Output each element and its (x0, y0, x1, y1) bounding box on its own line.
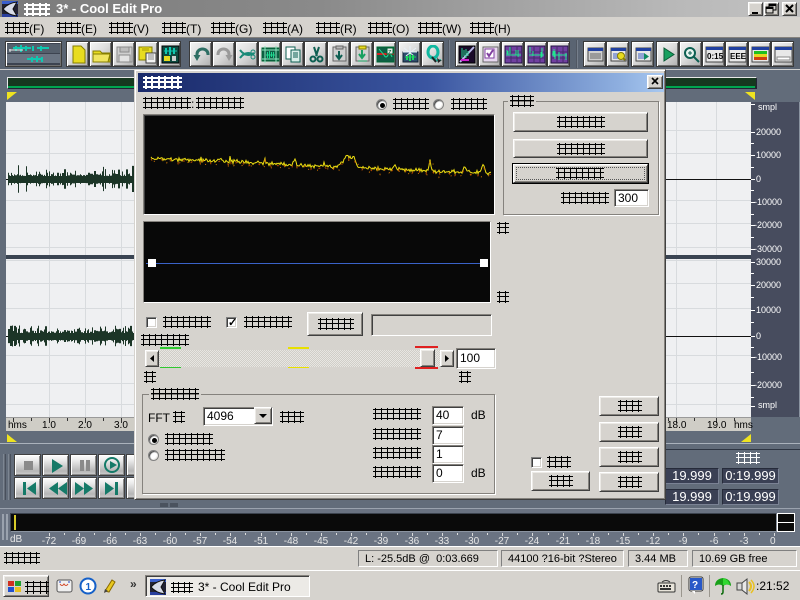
svg-text:0:15: 0:15 (707, 52, 724, 61)
svg-text:1: 1 (86, 582, 92, 593)
svg-text:?: ? (692, 580, 698, 591)
svg-text:EEE: EEE (730, 52, 747, 61)
svg-text:z: z (388, 49, 392, 56)
